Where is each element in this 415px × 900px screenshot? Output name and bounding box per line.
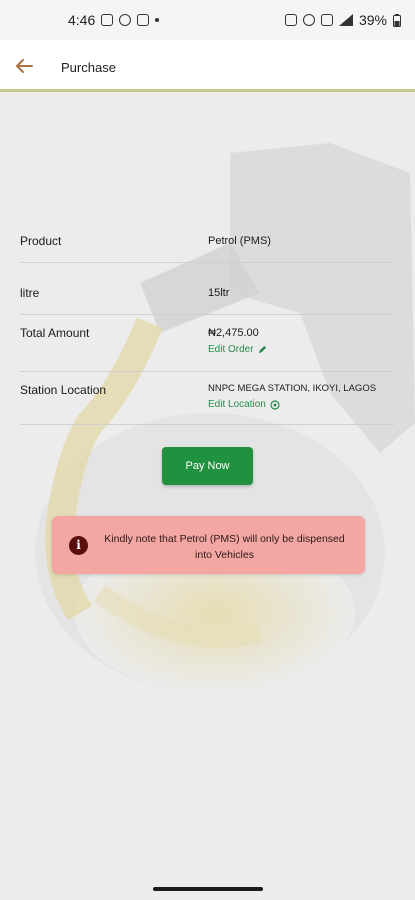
product-row: Product Petrol (PMS) [20,225,395,263]
hand-icon [137,14,150,26]
pay-now-button[interactable]: Pay Now [162,447,253,485]
status-bar: 4:46 39% [0,0,415,40]
total-amount-label: Total Amount [20,326,90,340]
location-pin-icon [270,399,280,410]
edit-location-link[interactable]: Edit Location [208,399,280,410]
dispense-notice: i Kindly note that Petrol (PMS) will onl… [52,516,365,574]
battery-icon [393,13,401,27]
station-location-row: Station Location NNPC MEGA STATION, IKOY… [20,373,395,425]
hotspot-icon [302,14,315,26]
status-time: 4:46 [68,12,96,28]
notification-dot-icon [155,18,160,22]
wifi-icon [320,14,333,26]
product-label: Product [20,234,62,248]
total-amount-value: ₦2,475.00 [208,327,259,339]
pencil-icon [258,345,266,354]
total-amount-row: Total Amount ₦2,475.00 Edit Order [20,318,395,372]
battery-percent: 39% [358,12,387,28]
litre-value: 15ltr [208,287,230,299]
back-arrow-icon[interactable] [12,54,36,78]
status-right: 39% [284,12,401,28]
product-value: Petrol (PMS) [208,235,271,247]
app-bar: Purchase [0,40,415,92]
gesture-navigation-bar[interactable] [153,887,263,891]
info-icon: i [69,536,88,555]
alarm-icon [284,14,297,26]
station-location-value: NNPC MEGA STATION, IKOYI, LAGOS [208,383,377,394]
fuel-nozzle-illustration [35,143,415,693]
signal-icon [338,14,353,26]
litre-row: litre 15ltr [20,277,395,315]
station-location-label: Station Location [20,383,107,397]
edit-order-label: Edit Order [208,344,254,355]
gallery-icon [101,14,114,26]
litre-label: litre [20,286,40,300]
edit-order-link[interactable]: Edit Order [208,344,267,355]
edit-location-label: Edit Location [208,399,266,410]
page-title: Purchase [61,60,116,75]
app-icon [119,14,132,26]
status-left: 4:46 [68,12,160,28]
notice-text: Kindly note that Petrol (PMS) will only … [104,533,345,561]
